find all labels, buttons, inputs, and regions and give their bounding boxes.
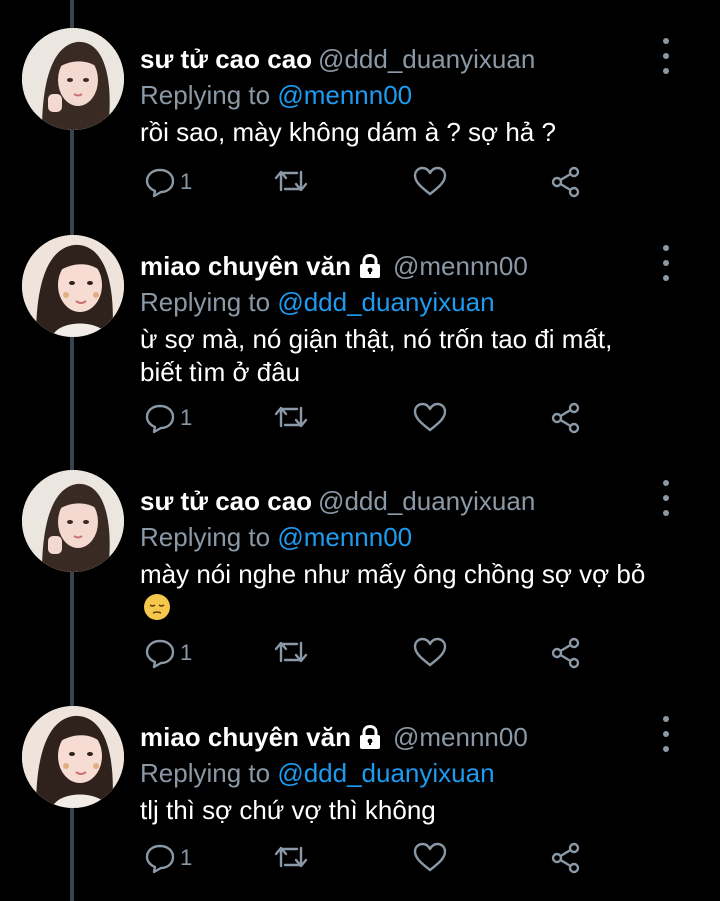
reply-count: 1: [180, 640, 193, 665]
user-handle[interactable]: @ddd_duanyixuan: [318, 44, 535, 74]
share-button[interactable]: [550, 402, 582, 434]
mention-link[interactable]: @ddd_duanyixuan: [277, 287, 494, 317]
action-bar: 1: [140, 166, 590, 206]
retweet-button[interactable]: [273, 842, 309, 872]
share-button[interactable]: [550, 166, 582, 198]
like-icon: [413, 842, 447, 872]
avatar[interactable]: [22, 28, 124, 130]
retweet-button[interactable]: [273, 637, 309, 667]
user-handle[interactable]: @mennn00: [393, 722, 528, 752]
share-button[interactable]: [550, 842, 582, 874]
like-icon: [413, 637, 447, 667]
reply-button[interactable]: 1: [144, 402, 192, 434]
reply-icon: [145, 404, 175, 434]
replying-label: Replying to: [140, 758, 271, 788]
lock-icon: [359, 253, 381, 284]
tweet-text: tlj thì sợ chứ vợ thì không: [140, 795, 436, 825]
reply-button[interactable]: 1: [144, 637, 192, 669]
mention-link[interactable]: @mennn00: [277, 522, 412, 552]
more-icon[interactable]: [655, 716, 677, 752]
replying-to: Replying to @mennn00: [140, 80, 412, 110]
replying-to: Replying to @ddd_duanyixuan: [140, 287, 495, 317]
lock-icon: [359, 724, 381, 755]
share-icon: [551, 402, 580, 434]
reply-icon: [145, 639, 175, 669]
reply-icon: [145, 168, 175, 198]
display-name[interactable]: miao chuyên văn: [140, 722, 351, 752]
reply-button[interactable]: 1: [144, 842, 192, 874]
replying-label: Replying to: [140, 80, 271, 110]
like-button[interactable]: [413, 637, 447, 667]
display-name[interactable]: sư tử cao cao: [140, 486, 312, 516]
retweet-icon: [274, 846, 308, 868]
retweet-icon: [274, 406, 308, 428]
display-name[interactable]: miao chuyên văn: [140, 251, 351, 281]
replying-label: Replying to: [140, 522, 271, 552]
like-icon: [413, 402, 447, 432]
like-button[interactable]: [413, 842, 447, 872]
share-icon: [551, 166, 580, 198]
like-button[interactable]: [413, 166, 447, 196]
replying-to: Replying to @mennn00: [140, 522, 412, 552]
avatar[interactable]: [22, 235, 124, 337]
mention-link[interactable]: @mennn00: [277, 80, 412, 110]
retweet-icon: [274, 641, 308, 663]
tweet-text: ừ sợ mà, nó giận thật, nó trốn tao đi mấ…: [140, 324, 613, 387]
reply-count: 1: [180, 845, 193, 870]
action-bar: 1: [140, 402, 590, 442]
reply-count: 1: [180, 405, 193, 430]
like-button[interactable]: [413, 402, 447, 432]
more-icon[interactable]: [655, 245, 677, 281]
user-handle[interactable]: @ddd_duanyixuan: [318, 486, 535, 516]
retweet-button[interactable]: [273, 402, 309, 432]
retweet-icon: [274, 170, 308, 192]
share-icon: [551, 842, 580, 874]
avatar[interactable]: [22, 470, 124, 572]
replying-label: Replying to: [140, 287, 271, 317]
reply-count: 1: [180, 169, 193, 194]
pensive-face-emoji: [144, 594, 170, 620]
tweet-text: mày nói nghe như mấy ông chồng sợ vợ bỏ: [140, 558, 650, 624]
more-icon[interactable]: [655, 38, 677, 74]
share-button[interactable]: [550, 637, 582, 669]
replying-to: Replying to @ddd_duanyixuan: [140, 758, 495, 788]
avatar[interactable]: [22, 706, 124, 808]
share-icon: [551, 637, 580, 669]
reply-button[interactable]: 1: [144, 166, 192, 198]
action-bar: 1: [140, 637, 590, 677]
tweet-text-body: mày nói nghe như mấy ông chồng sợ vợ bỏ: [140, 559, 646, 589]
action-bar: 1: [140, 842, 590, 882]
display-name[interactable]: sư tử cao cao: [140, 44, 312, 74]
like-icon: [413, 166, 447, 196]
reply-icon: [145, 844, 175, 874]
user-handle[interactable]: @mennn00: [393, 251, 528, 281]
tweet-text: rồi sao, mày không dám à ? sợ hả ?: [140, 117, 556, 147]
mention-link[interactable]: @ddd_duanyixuan: [277, 758, 494, 788]
more-icon[interactable]: [655, 480, 677, 516]
retweet-button[interactable]: [273, 166, 309, 196]
